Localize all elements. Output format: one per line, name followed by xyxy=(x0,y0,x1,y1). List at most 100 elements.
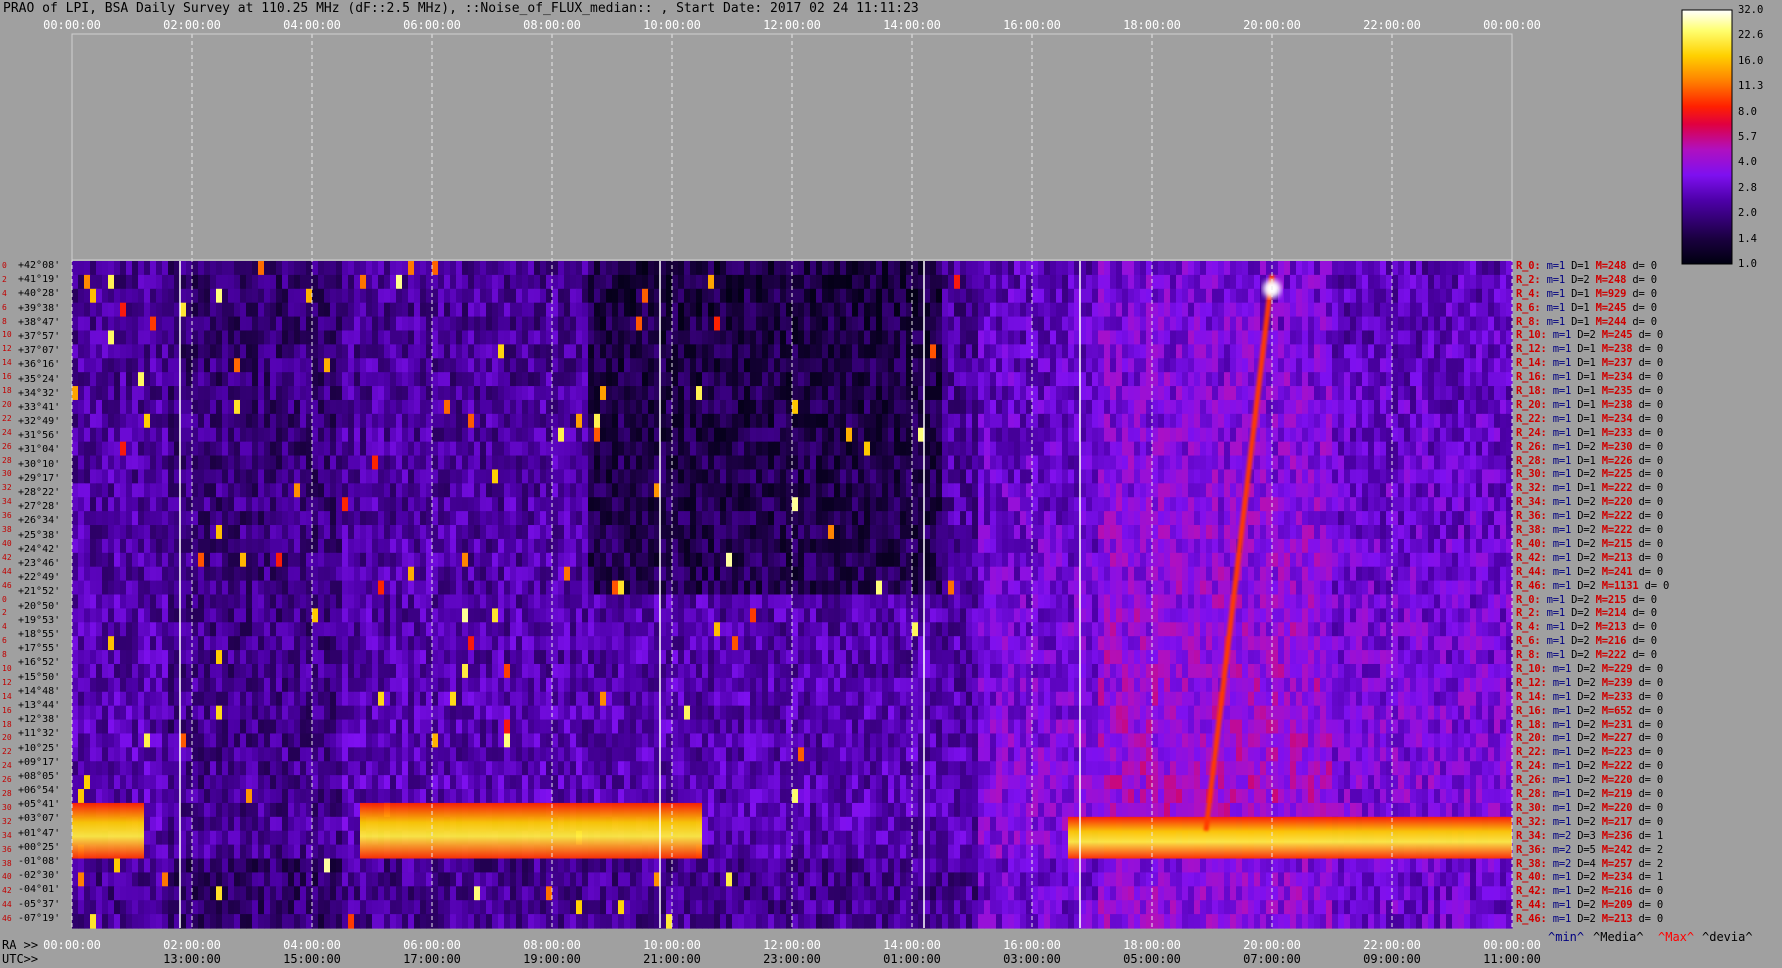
heatmap-cell xyxy=(492,441,499,457)
heatmap-cell xyxy=(1284,413,1291,429)
heatmap-cell xyxy=(108,302,115,318)
heatmap-cell xyxy=(816,344,823,359)
heatmap-cell xyxy=(108,441,115,457)
heatmap-cell xyxy=(606,302,613,318)
heatmap-cell xyxy=(438,372,445,387)
heatmap-cell xyxy=(840,330,847,345)
heatmap-cell xyxy=(984,427,991,443)
heatmap-cell xyxy=(1218,302,1225,318)
heatmap-cell xyxy=(1200,302,1207,318)
heatmap-cell xyxy=(1212,316,1219,332)
heatmap-cell xyxy=(588,316,595,332)
heatmap-cell xyxy=(492,344,499,359)
heatmap-cell xyxy=(564,386,571,401)
heatmap-cell xyxy=(984,358,991,373)
heatmap-cell xyxy=(792,372,799,387)
heatmap-cell xyxy=(822,330,829,345)
heatmap-cell xyxy=(1260,455,1267,471)
heatmap-cell xyxy=(444,344,451,359)
heatmap-cell xyxy=(702,344,709,359)
heatmap-cell xyxy=(948,455,955,471)
heatmap-cell xyxy=(156,344,163,359)
heatmap-cell xyxy=(684,372,691,387)
heatmap-cell xyxy=(1116,538,1123,554)
heatmap-cell xyxy=(366,358,373,373)
heatmap-cell xyxy=(1476,497,1483,512)
heatmap-cell xyxy=(1380,511,1387,526)
heatmap-cell xyxy=(696,427,703,443)
heatmap-cell xyxy=(762,288,769,304)
heatmap-cell xyxy=(996,525,1003,540)
heatmap-cell xyxy=(360,274,367,290)
heatmap-cell xyxy=(210,483,217,498)
heatmap-cell xyxy=(888,302,895,318)
heatmap-cell xyxy=(162,316,169,332)
heatmap-cell xyxy=(942,511,949,526)
heatmap-cell xyxy=(126,413,133,429)
heatmap-cell xyxy=(564,455,571,471)
heatmap-cell xyxy=(1410,302,1417,318)
heatmap-cell xyxy=(1392,344,1399,359)
heatmap-cell xyxy=(672,441,679,457)
heatmap-cell xyxy=(834,344,841,359)
heatmap-cell xyxy=(1476,316,1483,332)
heatmap-cell xyxy=(714,427,721,443)
heatmap-cell xyxy=(192,525,199,540)
heatmap-cell xyxy=(726,261,733,276)
heatmap-cell xyxy=(348,511,355,526)
heatmap-cell xyxy=(1308,469,1315,484)
heatmap-cell xyxy=(390,372,397,387)
heatmap-cell xyxy=(1188,288,1195,304)
heatmap-cell xyxy=(240,538,247,554)
heatmap-cell xyxy=(672,372,679,387)
heatmap-cell xyxy=(180,358,187,373)
heatmap-cell xyxy=(270,358,277,373)
heatmap-cell xyxy=(1086,511,1093,526)
heatmap-cell xyxy=(570,427,577,443)
heatmap-cell xyxy=(1482,386,1489,401)
heatmap-cell xyxy=(816,511,823,526)
heatmap-cell xyxy=(636,427,643,443)
heatmap-cell xyxy=(1002,358,1009,373)
heatmap-cell xyxy=(510,316,517,332)
heatmap-cell xyxy=(750,441,757,457)
heatmap-cell xyxy=(1482,441,1489,457)
heatmap-cell xyxy=(1158,372,1165,387)
heatmap-cell xyxy=(1356,274,1363,290)
heatmap-cell xyxy=(594,330,601,345)
heatmap-cell xyxy=(1140,469,1147,484)
heatmap-cell xyxy=(1236,497,1243,512)
heatmap-cell xyxy=(402,358,409,373)
heatmap-cell xyxy=(750,469,757,484)
heatmap-cell xyxy=(1296,330,1303,345)
heatmap-cell xyxy=(1488,344,1495,359)
heatmap-cell xyxy=(570,455,577,471)
heatmap-cell xyxy=(972,538,979,554)
heatmap-cell xyxy=(750,455,757,471)
heatmap-cell xyxy=(1020,386,1027,401)
heatmap-cell xyxy=(636,330,643,345)
heatmap-cell xyxy=(1488,413,1495,429)
heatmap-cell xyxy=(708,497,715,512)
heatmap-cell xyxy=(234,358,241,373)
heatmap-cell xyxy=(360,316,367,332)
heatmap-cell xyxy=(828,525,835,540)
heatmap-cell xyxy=(1494,483,1501,498)
heatmap-cell xyxy=(984,441,991,457)
heatmap-cell xyxy=(1452,497,1459,512)
heatmap-cell xyxy=(576,358,583,373)
heatmap-cell xyxy=(72,316,79,332)
heatmap-cell xyxy=(1092,497,1099,512)
heatmap-cell xyxy=(624,386,631,401)
heatmap-cell xyxy=(948,497,955,512)
heatmap-cell xyxy=(1248,302,1255,318)
heatmap-cell xyxy=(138,525,145,540)
heatmap-cell xyxy=(384,302,391,318)
heatmap-cell xyxy=(732,358,739,373)
heatmap-cell xyxy=(1326,441,1333,457)
heatmap-cell xyxy=(228,497,235,512)
heatmap-cell xyxy=(498,469,505,484)
heatmap-cell xyxy=(1122,330,1129,345)
heatmap-cell xyxy=(1404,330,1411,345)
heatmap-cell xyxy=(1098,455,1105,471)
